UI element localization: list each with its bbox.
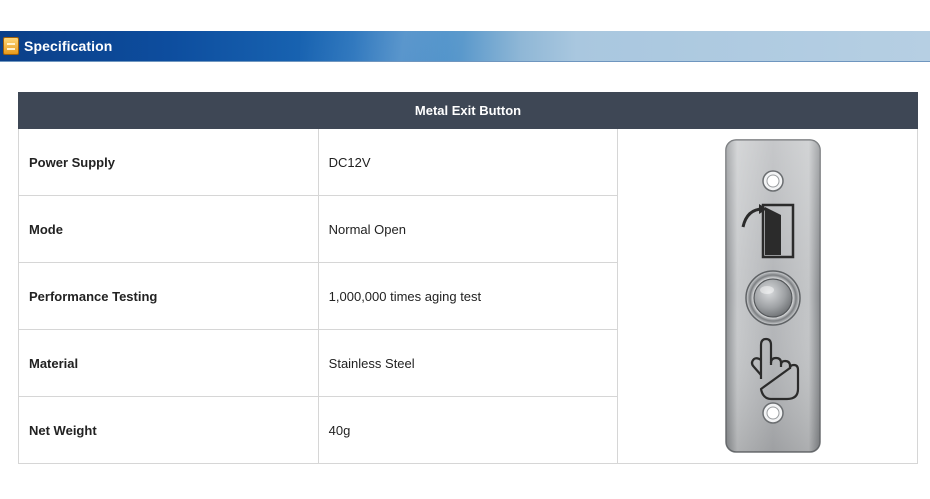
product-image-cell bbox=[617, 128, 918, 464]
row-value: Stainless Steel bbox=[317, 329, 619, 397]
row-label: Material bbox=[18, 329, 319, 397]
table-header: Metal Exit Button bbox=[18, 92, 918, 129]
row-label: Net Weight bbox=[18, 396, 319, 464]
row-label: Power Supply bbox=[18, 128, 319, 196]
spec-table: Metal Exit Button Power Supply DC12V Mod… bbox=[18, 92, 918, 464]
section-title: Specification bbox=[24, 38, 113, 54]
top-screw-hole bbox=[761, 170, 784, 192]
row-label: Performance Testing bbox=[18, 262, 319, 330]
product-image bbox=[724, 139, 821, 453]
row-label: Mode bbox=[18, 195, 319, 263]
table-row: Power Supply DC12V bbox=[18, 128, 918, 464]
document-icon bbox=[3, 37, 19, 55]
bottom-screw-hole bbox=[761, 402, 784, 424]
banner-highlight bbox=[300, 31, 530, 61]
row-value: 40g bbox=[317, 396, 619, 464]
section-banner: Specification bbox=[0, 31, 930, 62]
table-header-row: Metal Exit Button bbox=[18, 92, 918, 129]
row-value: DC12V bbox=[317, 128, 619, 196]
row-value: Normal Open bbox=[317, 195, 619, 263]
row-value: 1,000,000 times aging test bbox=[317, 262, 619, 330]
push-button-icon bbox=[744, 270, 801, 326]
